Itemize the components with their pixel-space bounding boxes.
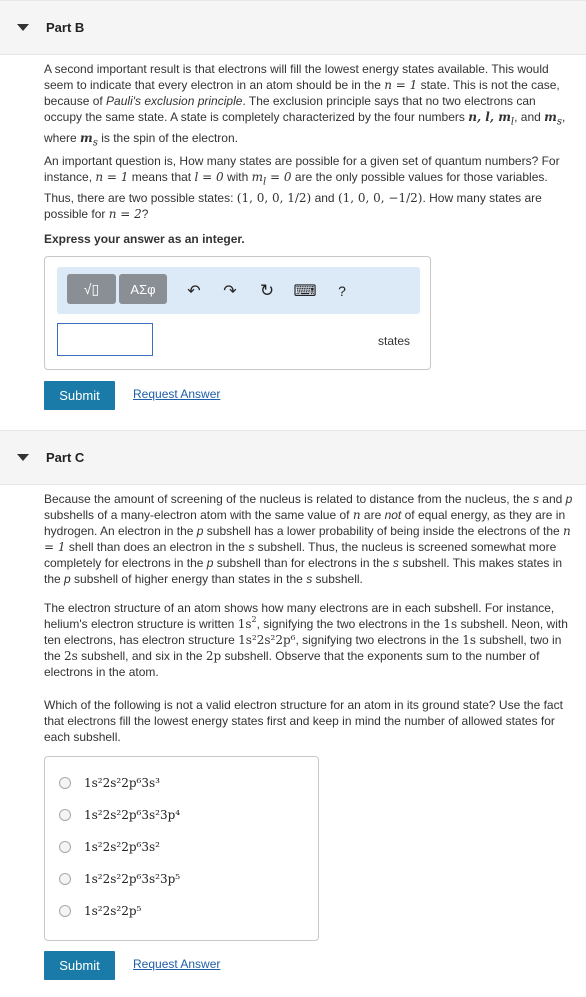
part-c-question: Which of the following is not a valid el… [44,698,563,744]
choice-label: 1s²2s²2p⁶3s³ [84,776,160,790]
answer-input[interactable] [57,323,153,356]
radio-button[interactable] [59,841,71,853]
greek-symbols-button[interactable]: ΑΣφ [119,274,167,304]
part-b-request-answer-link[interactable]: Request Answer [133,387,220,401]
radio-button[interactable] [59,809,71,821]
templates-button[interactable]: √▯ [67,274,116,304]
part-c-paragraph-2: The electron structure of an atom shows … [44,601,568,679]
state-one: (1, 0, 0, 1/2) [236,191,312,206]
math-n-equals-1: n = 1 [384,78,418,92]
part-b-title: Part B [46,20,85,35]
part-c-title: Part C [46,450,85,465]
choice-option[interactable]: 1s²2s²2p⁶3s² [59,837,160,857]
choice-label: 1s²2s²2p⁶3s²3p⁴ [84,808,181,822]
choice-option[interactable]: 1s²2s²2p⁶3s²3p⁴ [59,805,180,825]
choice-option[interactable]: 1s²2s²2p⁶3s²3p⁵ [59,869,180,889]
part-c-header[interactable]: Part C [0,430,586,485]
choice-label: 1s²2s²2p⁶3s²3p⁵ [84,872,181,886]
choices-box: 1s²2s²2p⁶3s³ 1s²2s²2p⁶3s²3p⁴ 1s²2s²2p⁶3s… [44,756,319,941]
choice-option[interactable]: 1s²2s²2p⁶3s³ [59,773,160,793]
neon-structure: 1s²2s²2p⁶ [238,633,296,647]
choice-option[interactable]: 1s²2s²2p⁵ [59,901,141,921]
part-b-instruction: Express your answer as an integer. [44,232,245,246]
collapse-caret-icon[interactable] [17,454,29,461]
templates-icon: √▯ [83,280,100,297]
part-b-header[interactable]: Part B [0,0,586,55]
radio-button[interactable] [59,873,71,885]
math-toolbar: √▯ ΑΣφ ↶ ↷ ↻ ⌨ ? [57,267,420,314]
reset-icon[interactable]: ↻ [257,279,277,303]
undo-icon[interactable]: ↶ [184,279,204,303]
keyboard-icon[interactable]: ⌨ [293,279,317,303]
part-c-paragraph-1: Because the amount of screening of the n… [44,492,573,586]
radio-button[interactable] [59,777,71,789]
unit-label: states [378,334,411,348]
choice-label: 1s²2s²2p⁶3s² [84,840,160,854]
choice-label: 1s²2s²2p⁵ [84,904,142,918]
part-c-submit-button[interactable]: Submit [44,951,115,980]
radio-button[interactable] [59,905,71,917]
state-two: (1, 0, 0, −1/2) [337,191,423,206]
part-c-request-answer-link[interactable]: Request Answer [133,957,220,971]
pauli-principle-text: Pauli's exclusion principle [106,94,243,108]
part-b-paragraph-1: A second important result is that electr… [44,62,566,149]
part-b-paragraph-2: An important question is, How many state… [44,154,560,222]
part-b-submit-button[interactable]: Submit [44,381,115,410]
redo-icon[interactable]: ↷ [220,279,240,303]
greek-icon: ΑΣφ [130,281,156,297]
help-icon[interactable]: ? [334,279,350,303]
answer-box: √▯ ΑΣφ ↶ ↷ ↻ ⌨ ? states [44,256,431,370]
collapse-caret-icon[interactable] [17,24,29,31]
